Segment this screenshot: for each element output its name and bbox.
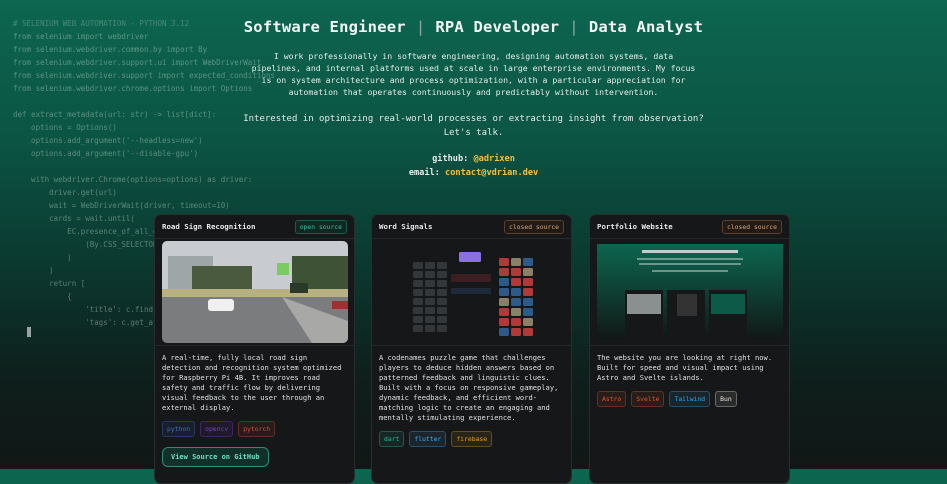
github-link[interactable]: @adrixen (474, 154, 515, 164)
tag-flutter: flutter (409, 431, 447, 447)
role-2: RPA Developer (435, 18, 560, 36)
github-label: github: (432, 154, 469, 164)
code-line: wait = WebDriverWait(driver, timeout=10) (13, 201, 230, 210)
separator: | (569, 18, 579, 36)
tech-tags: dart flutter firebase (372, 423, 571, 447)
cta-line: Interested in optimizing real-world proc… (243, 114, 704, 124)
project-name: Word Signals (379, 222, 433, 231)
project-screenshot (590, 239, 789, 346)
email-label: email: (408, 168, 440, 178)
bio: I work professionally in software engine… (251, 51, 696, 97)
tag-dart: dart (379, 431, 405, 447)
project-description: A real-time, fully local road sign detec… (162, 353, 342, 412)
tag-opencv: opencv (200, 421, 234, 437)
cta-line: Let's talk. (443, 128, 504, 138)
cta: Interested in optimizing real-world proc… (0, 112, 947, 140)
terminal-cursor (27, 327, 31, 337)
code-line: driver.get(url) (13, 188, 117, 197)
role-1: Software Engineer (243, 18, 406, 36)
source-badge: closed source (721, 219, 782, 234)
project-card-word-signals[interactable]: Word Signals closed source A codenames pu… (371, 214, 572, 484)
project-card-portfolio[interactable]: Portfolio Website closed source The websi… (589, 214, 790, 484)
tag-astro: Astro (597, 391, 627, 407)
email-link[interactable]: contact@vdrian.dev (445, 168, 538, 178)
project-description: A codenames puzzle game that challenges … (379, 353, 559, 422)
project-name: Road Sign Recognition (162, 222, 256, 231)
page-title: Software Engineer | RPA Developer | Data Ana… (0, 18, 947, 36)
tag-bun: Bun (715, 391, 737, 407)
tag-python: python (162, 421, 196, 437)
tech-tags: Astro Svelte Tailwind Bun (590, 383, 789, 407)
project-name: Portfolio Website (597, 222, 673, 231)
game-screenshot-image (406, 242, 537, 342)
project-card-road-sign[interactable]: Road Sign Recognition open source A real-… (154, 214, 355, 484)
contact: github: @adrixen email: contact@vdrian.d… (0, 152, 947, 180)
project-description: The website you are looking at right now… (597, 353, 773, 382)
role-3: Data Analyst (588, 18, 704, 36)
tag-svelte: Svelte (631, 391, 665, 407)
road-scene-image (161, 241, 348, 343)
tag-pytorch: pytorch (238, 421, 276, 437)
view-source-button[interactable]: View Source on GitHub (162, 447, 269, 467)
project-screenshot (155, 239, 354, 346)
tech-tags: python opencv pytorch (155, 413, 354, 437)
portfolio-screenshot-image (596, 244, 783, 340)
source-badge: open source (294, 219, 347, 234)
tag-tailwind: Tailwind (669, 391, 711, 407)
tag-firebase: firebase (451, 431, 493, 447)
project-screenshot (372, 239, 571, 346)
source-badge: closed source (503, 219, 564, 234)
hero: Software Engineer | RPA Developer | Data Ana… (0, 18, 947, 180)
separator: | (415, 18, 426, 36)
